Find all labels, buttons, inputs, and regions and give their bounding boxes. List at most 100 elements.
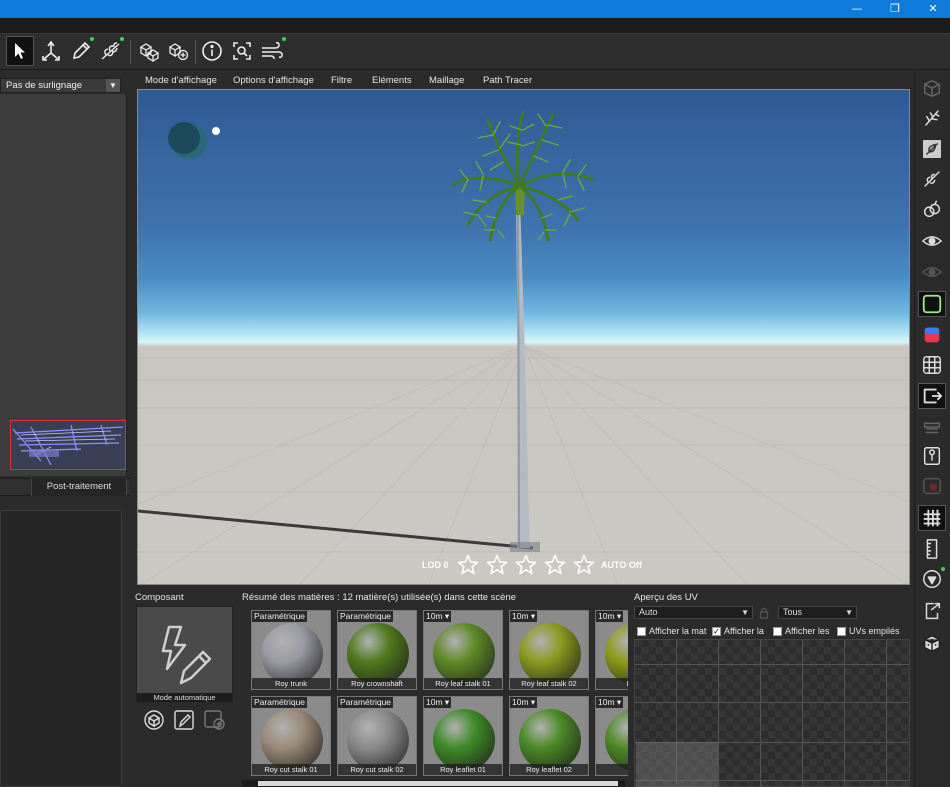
fruit-icon[interactable]	[918, 196, 946, 222]
material-tag[interactable]: 10m ▾	[510, 611, 538, 622]
material-tag[interactable]: 10m ▾	[596, 611, 624, 622]
material-card[interactable]: 10m ▾ Roy l	[595, 610, 628, 690]
lock-icon[interactable]	[759, 606, 769, 619]
material-tag[interactable]: 10m ▾	[424, 611, 452, 622]
checkbox-checked[interactable]: ✓	[712, 626, 721, 636]
material-tag[interactable]: Paramétrique	[338, 611, 394, 622]
material-tag[interactable]: 10m ▾	[510, 697, 538, 708]
checkbox[interactable]	[637, 626, 646, 636]
transform-icon[interactable]	[37, 36, 65, 66]
auto-lod-toggle[interactable]: AUTO Off	[601, 555, 642, 575]
info-icon[interactable]	[198, 36, 226, 66]
menu-strip	[0, 18, 950, 34]
material-name: Roy	[596, 764, 628, 775]
cubes-add-icon[interactable]	[164, 36, 192, 66]
check-afficher-les[interactable]: Afficher les	[773, 625, 829, 637]
materials-grid: Paramétrique Roy trunk Paramétrique Roy cro…	[240, 606, 628, 787]
leaf-edit-icon[interactable]	[97, 36, 125, 66]
lod-star-icon[interactable]	[544, 554, 566, 576]
menu-options-affichage[interactable]: Options d'affichage	[233, 72, 314, 89]
material-tag[interactable]: 10m ▾	[424, 697, 452, 708]
add-component-icon[interactable]	[202, 709, 226, 731]
material-card[interactable]: Paramétrique Roy cut stalk 01	[251, 696, 331, 776]
focus-icon[interactable]	[228, 36, 256, 66]
chevron-down-icon: ▼	[106, 79, 120, 92]
material-name: Roy trunk	[252, 678, 330, 689]
lod-star-icon[interactable]	[457, 554, 479, 576]
red-box-icon[interactable]	[918, 473, 946, 499]
lod-star-icon[interactable]	[573, 554, 595, 576]
cubes-cycle-icon[interactable]	[142, 709, 166, 731]
branch-icon[interactable]	[918, 105, 946, 131]
uv-auto-value: Auto	[639, 607, 658, 617]
check-uvs-empiles[interactable]: UVs empilés	[837, 625, 900, 637]
3d-viewport[interactable]	[137, 89, 910, 585]
material-card[interactable]: 10m ▾ Roy leaflet 02	[509, 696, 589, 776]
status-dot	[941, 567, 945, 571]
export-icon[interactable]	[918, 598, 946, 624]
uv-tous-select[interactable]: Tous ▼	[778, 606, 857, 619]
material-tag[interactable]: Paramétrique	[252, 611, 308, 622]
check-label: Afficher les	[785, 626, 830, 636]
close-button[interactable]: ✕	[918, 0, 948, 18]
material-card[interactable]: Paramétrique Roy trunk	[251, 610, 331, 690]
eye-dim-icon[interactable]	[918, 259, 946, 285]
materials-scroll-thumb[interactable]	[258, 781, 618, 786]
material-name: Roy leaflet 01	[424, 764, 502, 775]
minimize-button[interactable]: —	[842, 0, 872, 18]
highlight-select[interactable]: Pas de surlignage ▼	[0, 78, 121, 93]
wind-icon[interactable]	[258, 36, 286, 66]
frame-icon[interactable]	[918, 291, 946, 317]
tab-post-traitement[interactable]: Post-traitement	[31, 478, 127, 496]
check-afficher-mat[interactable]: Afficher la mat	[637, 625, 706, 637]
check-label: Afficher la	[724, 626, 764, 636]
material-tag[interactable]: Paramétrique	[252, 697, 308, 708]
material-name: Roy leaf stalk 01	[424, 678, 502, 689]
material-tag[interactable]: 10m ▾	[596, 697, 624, 708]
menu-filtre[interactable]: Filtre	[331, 72, 352, 89]
arrow-box-icon[interactable]	[918, 383, 946, 409]
material-card[interactable]: Paramétrique Roy crownshaft	[337, 610, 417, 690]
uv-auto-select[interactable]: Auto ▼	[634, 606, 753, 619]
eye-icon[interactable]	[918, 228, 946, 254]
material-name: Roy cut stalk 01	[252, 764, 330, 775]
menu-elements[interactable]: Eléments	[372, 72, 412, 89]
maximize-button[interactable]: ❐	[880, 0, 910, 18]
gradient-icon[interactable]	[918, 322, 946, 348]
material-card[interactable]: 10m ▾ Roy	[595, 696, 628, 776]
material-card[interactable]: 10m ▾ Roy leaf stalk 01	[423, 610, 503, 690]
lod-star-icon[interactable]	[486, 554, 508, 576]
grid-icon[interactable]	[918, 352, 946, 378]
leaf-icon[interactable]	[918, 136, 946, 162]
lod-label: LOD 0	[422, 560, 449, 570]
checkbox[interactable]	[837, 626, 846, 636]
material-card[interactable]: 10m ▾ Roy leaf stalk 02	[509, 610, 589, 690]
lod-star-icon[interactable]	[515, 554, 537, 576]
menu-path-tracer[interactable]: Path Tracer	[483, 72, 532, 89]
composant-preview[interactable]	[136, 606, 233, 702]
layers-icon[interactable]	[918, 414, 946, 440]
minimap-preview[interactable]	[10, 420, 126, 470]
menu-maillage[interactable]: Maillage	[429, 72, 464, 89]
dice-icon[interactable]	[918, 631, 946, 657]
pin-icon[interactable]	[918, 443, 946, 469]
hash-grid-icon[interactable]	[918, 505, 946, 531]
select-arrow-icon[interactable]	[6, 36, 34, 66]
material-card[interactable]: Paramétrique Roy cut stalk 02	[337, 696, 417, 776]
menu-mode-affichage[interactable]: Mode d'affichage	[145, 72, 217, 89]
main-toolbar	[0, 34, 950, 70]
material-card[interactable]: 10m ▾ Roy leaflet 01	[423, 696, 503, 776]
ruler-icon[interactable]	[918, 536, 946, 562]
edit-component-icon[interactable]	[172, 709, 196, 731]
leaf-branch-icon[interactable]	[918, 166, 946, 192]
uv-tous-value: Tous	[783, 607, 803, 617]
checkbox[interactable]	[773, 626, 782, 636]
material-name: Roy l	[596, 678, 628, 689]
material-tag[interactable]: Paramétrique	[338, 697, 394, 708]
pencil-icon[interactable]	[67, 36, 95, 66]
cube-outline-icon[interactable]	[918, 76, 946, 102]
outliner-area	[0, 94, 127, 476]
check-afficher-la[interactable]: ✓ Afficher la	[712, 625, 764, 637]
chevron-down-icon: ▼	[741, 608, 749, 617]
cubes-icon[interactable]	[135, 36, 163, 66]
